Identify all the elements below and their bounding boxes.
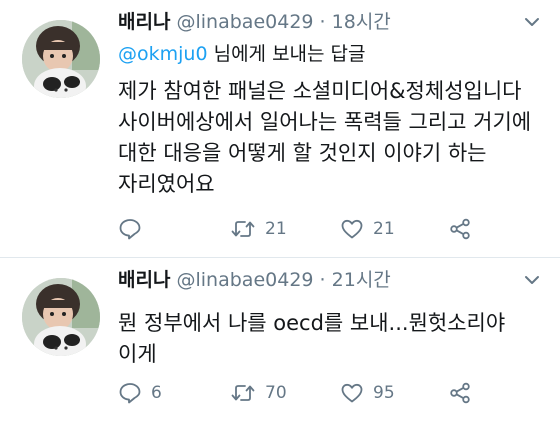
- tweet-header: 배리나 @linabae0429 · 18시간: [118, 8, 391, 36]
- like-button[interactable]: 95: [340, 378, 395, 408]
- reply-count: 6: [151, 383, 162, 403]
- share-button[interactable]: [448, 378, 472, 408]
- retweet-button[interactable]: 21: [230, 214, 287, 244]
- like-button[interactable]: 21: [340, 214, 395, 244]
- tweet-text: 제가 참여한 패널은 소셜미디어&정체성입니다 사이버에상에서 일어나는 폭력들…: [118, 76, 548, 200]
- chevron-down-icon[interactable]: [522, 270, 542, 290]
- tweet-text-line: 대한 대응을 어떻게 할 것인지 이야기 하는: [118, 141, 487, 165]
- share-icon: [450, 382, 470, 404]
- avatar[interactable]: [22, 20, 100, 98]
- timestamp[interactable]: 18시간: [332, 11, 391, 33]
- reply-to-label: 님에게 보내는 답글: [207, 43, 366, 65]
- share-icon: [450, 218, 470, 240]
- reply-icon: [119, 219, 141, 240]
- chevron-down-icon[interactable]: [522, 12, 542, 32]
- user-handle[interactable]: @linabae0429: [177, 11, 314, 33]
- tweet[interactable]: 배리나 @linabae0429 · 18시간 @okmju0 님에게 보내는 …: [0, 0, 560, 258]
- replying-to: @okmju0 님에게 보내는 답글: [118, 40, 366, 68]
- reply-button[interactable]: 6: [118, 378, 162, 408]
- tweet-text: 뭔 정부에서 나를 oecd를 보내...뭔헛소리야 이게: [118, 308, 548, 370]
- like-count: 21: [373, 219, 395, 239]
- retweet-button[interactable]: 70: [230, 378, 287, 408]
- separator: ·: [319, 269, 326, 291]
- like-count: 95: [373, 383, 395, 403]
- tweet-header: 배리나 @linabae0429 · 21시간: [118, 266, 391, 294]
- tweet[interactable]: 배리나 @linabae0429 · 21시간 뭔 정부에서 나를 oecd를 …: [0, 258, 560, 424]
- retweet-count: 70: [265, 383, 287, 403]
- reply-mention[interactable]: @okmju0: [118, 43, 208, 65]
- display-name[interactable]: 배리나: [118, 11, 170, 33]
- retweet-icon: [231, 221, 255, 237]
- tweet-text-line: 제가 참여한 패널은 소셜미디어&정체성입니다: [118, 79, 522, 103]
- tweet-text-line: 자리였어요: [118, 172, 215, 196]
- tweet-text-line: 뭔 정부에서 나를 oecd를 보내...뭔헛소리야: [118, 311, 506, 335]
- display-name[interactable]: 배리나: [118, 269, 170, 291]
- retweet-icon: [231, 385, 255, 401]
- tweet-actions: 21 21: [118, 214, 538, 244]
- tweet-actions: 6 70 95: [118, 378, 538, 408]
- like-icon: [341, 383, 363, 403]
- share-button[interactable]: [448, 214, 472, 244]
- tweet-text-line: 이게: [118, 342, 157, 366]
- like-icon: [341, 219, 363, 239]
- reply-button[interactable]: [118, 214, 151, 244]
- tweet-text-line: 사이버에상에서 일어나는 폭력들 그리고 거기에: [118, 110, 532, 134]
- retweet-count: 21: [265, 219, 287, 239]
- reply-icon: [119, 383, 141, 404]
- timestamp[interactable]: 21시간: [332, 269, 391, 291]
- separator: ·: [319, 11, 326, 33]
- avatar[interactable]: [22, 278, 100, 356]
- user-handle[interactable]: @linabae0429: [177, 269, 314, 291]
